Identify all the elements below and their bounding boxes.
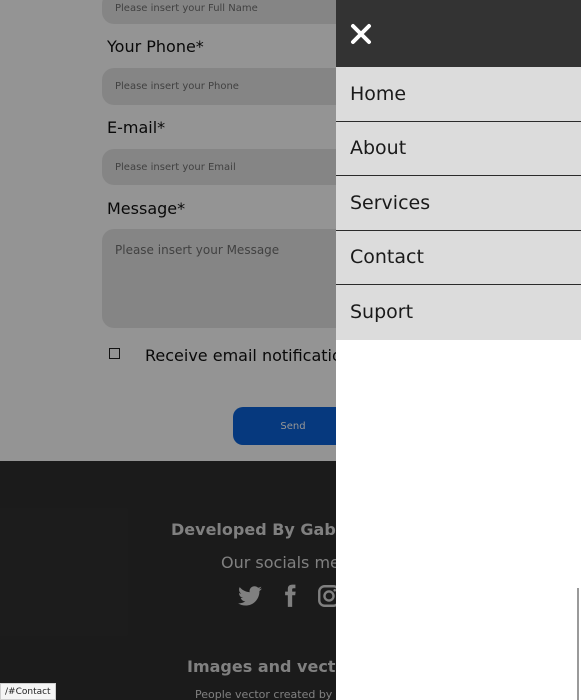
close-icon[interactable] xyxy=(350,23,372,45)
menu-item-label: About xyxy=(350,137,407,160)
menu-item-label: Services xyxy=(350,191,431,214)
side-menu: Home About Services Contact Suport xyxy=(336,0,581,700)
menu-item-home[interactable]: Home xyxy=(336,67,581,122)
menu-item-suport[interactable]: Suport xyxy=(336,285,581,340)
menu-item-label: Home xyxy=(350,82,407,105)
status-bar-url: /#Contact xyxy=(0,683,56,700)
side-menu-header xyxy=(336,0,581,67)
menu-item-services[interactable]: Services xyxy=(336,176,581,231)
menu-item-about[interactable]: About xyxy=(336,121,581,176)
scrollbar[interactable] xyxy=(577,588,579,700)
menu-item-contact[interactable]: Contact xyxy=(336,230,581,285)
menu-item-label: Suport xyxy=(350,301,414,324)
menu-item-label: Contact xyxy=(350,246,424,269)
